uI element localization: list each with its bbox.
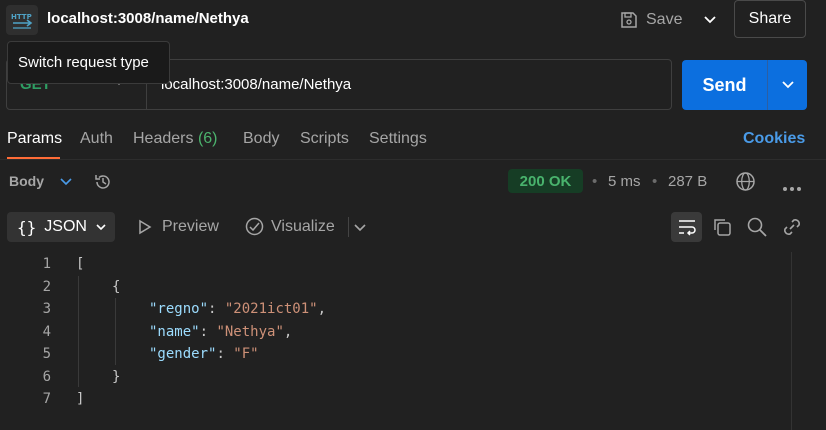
code-line: "name": "Nethya", — [149, 324, 293, 340]
search-icon[interactable] — [746, 216, 768, 238]
scrollbar[interactable] — [791, 252, 792, 430]
code-line: } — [112, 369, 121, 385]
history-icon[interactable] — [93, 172, 113, 197]
tab-settings[interactable]: Settings — [369, 130, 427, 148]
share-button[interactable]: Share — [734, 0, 806, 38]
headers-count-badge: (6) — [197, 130, 218, 147]
line-number: 3 — [42, 301, 51, 317]
visualize-icon[interactable] — [244, 216, 265, 242]
tab-scripts[interactable]: Scripts — [300, 130, 349, 148]
tab-headers[interactable]: Headers (6) — [133, 130, 218, 148]
json-value: "Nethya" — [216, 324, 284, 340]
braces-icon: {} — [17, 217, 37, 237]
line-number: 7 — [42, 391, 51, 407]
indent-guide — [78, 276, 79, 387]
toolbar-divider — [348, 217, 349, 237]
tab-headers-label: Headers — [133, 130, 194, 147]
code-line: "gender": "F" — [149, 346, 259, 362]
chevron-down-icon[interactable] — [59, 175, 73, 194]
code-line: "regno": "2021ict01", — [149, 301, 327, 317]
tab-params[interactable]: Params — [7, 130, 62, 148]
json-key: "regno" — [149, 301, 209, 317]
visualize-button[interactable]: Visualize — [271, 218, 335, 236]
url-input[interactable]: localhost:3008/name/Nethya — [161, 76, 351, 93]
code-line: ] — [76, 391, 85, 407]
save-options-button[interactable] — [697, 4, 723, 36]
line-number: 5 — [42, 346, 51, 362]
cookies-link[interactable]: Cookies — [743, 130, 805, 148]
line-number: 2 — [42, 279, 51, 295]
svg-text:HTTP: HTTP — [11, 13, 32, 21]
separator-dot: • — [652, 173, 658, 190]
tab-auth[interactable]: Auth — [80, 130, 113, 148]
format-label: JSON — [44, 218, 87, 235]
json-key: "name" — [149, 324, 200, 340]
status-badge[interactable]: 200 OK — [508, 169, 583, 193]
response-size[interactable]: 287 B — [668, 173, 707, 190]
separator-dot: • — [592, 173, 598, 190]
tabs-divider — [0, 159, 826, 160]
more-options-icon[interactable] — [782, 179, 802, 197]
request-title[interactable]: localhost:3008/name/Nethya — [47, 10, 249, 27]
save-button[interactable]: Save — [620, 4, 682, 36]
chevron-down-icon — [704, 16, 716, 24]
response-time[interactable]: 5 ms — [608, 173, 641, 190]
format-selector[interactable]: {} JSON — [7, 212, 115, 242]
copy-icon[interactable] — [711, 216, 733, 238]
json-key: "gender" — [149, 346, 217, 362]
request-type-icon[interactable]: HTTP — [6, 5, 38, 35]
play-icon[interactable] — [138, 219, 152, 240]
code-line: [ — [76, 256, 85, 272]
line-number: 6 — [42, 369, 51, 385]
save-icon — [620, 11, 638, 29]
json-value: "2021ict01" — [224, 301, 318, 317]
indent-guide — [115, 298, 116, 365]
line-number: 4 — [42, 324, 51, 340]
chevron-down-icon[interactable] — [353, 221, 367, 239]
tab-body[interactable]: Body — [243, 130, 279, 148]
globe-icon[interactable] — [735, 171, 756, 197]
link-icon[interactable] — [781, 216, 803, 238]
request-type-tooltip: Switch request type — [7, 41, 170, 84]
wrap-icon — [678, 220, 696, 236]
send-button[interactable]: Send — [682, 60, 767, 110]
code-line: { — [112, 279, 121, 295]
save-label: Save — [646, 11, 683, 28]
chevron-down-icon — [96, 224, 106, 231]
chevron-down-icon — [781, 81, 794, 89]
response-body-label[interactable]: Body — [9, 173, 44, 189]
line-number: 1 — [42, 256, 51, 272]
preview-button[interactable]: Preview — [162, 218, 219, 236]
wrap-lines-button[interactable] — [671, 212, 702, 242]
send-options-button[interactable] — [768, 60, 807, 110]
json-value: "F" — [233, 346, 259, 362]
